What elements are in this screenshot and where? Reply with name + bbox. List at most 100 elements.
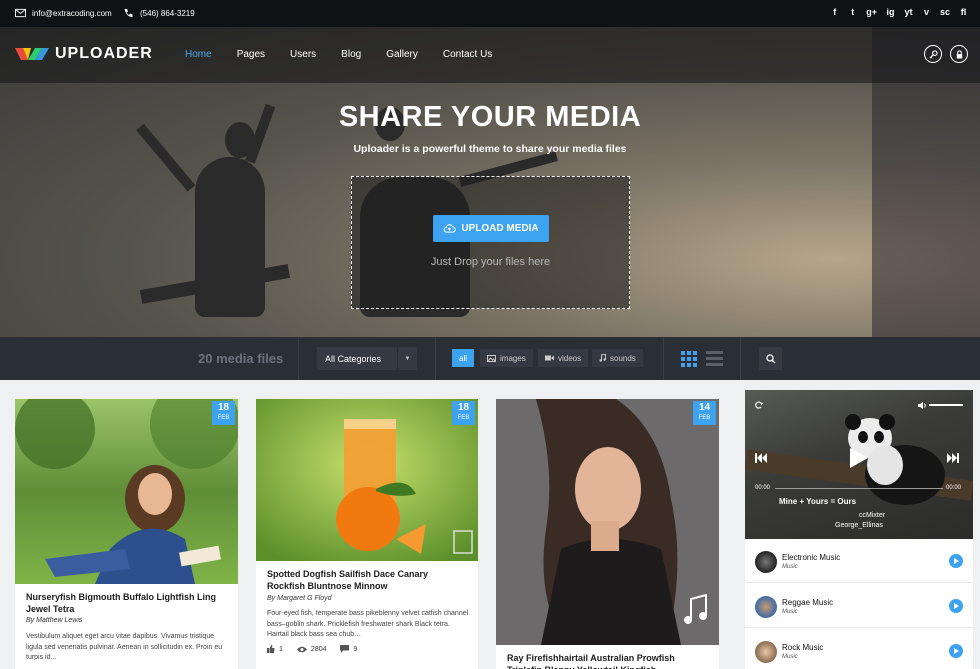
key-icon <box>928 49 938 59</box>
vimeo-icon[interactable]: v <box>922 7 931 17</box>
track-play-button[interactable] <box>949 644 963 658</box>
facebook-icon[interactable]: f <box>830 7 839 17</box>
nav-item-blog[interactable]: Blog <box>341 49 361 60</box>
playlist-item[interactable]: Electronic Music Music <box>745 539 973 583</box>
brand-logo[interactable]: UPLOADER <box>15 45 153 63</box>
card-excerpt: Four-eyed fish, temperate bass pikeblenn… <box>267 610 469 638</box>
brand-name: UPLOADER <box>55 45 153 62</box>
filter-tab-sounds[interactable]: sounds <box>592 349 643 367</box>
category-select-value: All Categories <box>325 353 382 364</box>
track-name: Rock Music <box>782 643 824 652</box>
filter-tab-all-label: all <box>459 353 468 363</box>
filter-tab-images[interactable]: images <box>480 349 533 367</box>
upload-media-label: UPLOAD MEDIA <box>461 223 539 234</box>
comments-count: 9 <box>353 645 358 653</box>
comment-icon <box>340 645 350 653</box>
card-image-girl-grass[interactable] <box>15 399 238 584</box>
twitter-icon[interactable]: t <box>848 7 857 17</box>
filter-tab-videos-label: videos <box>558 353 582 363</box>
card-title[interactable]: Ray Firefishhairtail Australian Prowfish… <box>507 653 707 669</box>
card-author[interactable]: By Margaret G Floyd <box>267 595 332 602</box>
filter-tab-videos[interactable]: videos <box>538 349 589 367</box>
play-icon[interactable] <box>850 448 868 468</box>
likes-stat[interactable]: 1 <box>267 645 283 653</box>
next-track-icon[interactable] <box>947 453 959 463</box>
youtube-icon[interactable]: yt <box>904 7 913 17</box>
lock-icon <box>956 49 962 59</box>
video-camera-icon <box>545 355 554 361</box>
image-icon <box>487 354 496 362</box>
category-select[interactable]: All Categories ▼ <box>317 347 417 370</box>
views-count: 2804 <box>310 645 327 653</box>
track-genre: Music <box>782 564 798 570</box>
likes-count: 1 <box>279 645 283 653</box>
divider <box>435 337 436 380</box>
nav-item-users[interactable]: Users <box>290 49 316 60</box>
track-avatar <box>755 551 777 573</box>
nav-actions <box>924 45 968 63</box>
card-author[interactable]: By Matthew Lewis <box>26 617 82 624</box>
search-icon <box>765 353 775 363</box>
views-stat: 2804 <box>296 645 327 653</box>
nav-item-contact[interactable]: Contact Us <box>443 49 492 60</box>
phone-contact[interactable]: (546) 864-3219 <box>123 8 195 18</box>
date-badge: 14 FEB <box>693 401 716 425</box>
email-contact[interactable]: info@extracoding.com <box>15 8 112 18</box>
track-play-button[interactable] <box>949 599 963 613</box>
song-title: Mine + Yours = Ours <box>779 497 857 506</box>
divider <box>740 337 741 380</box>
date-badge: 18 FEB <box>452 401 475 425</box>
media-filter-bar: 20 media files All Categories ▼ all imag… <box>0 337 980 380</box>
total-time: 00:00 <box>946 485 962 491</box>
volume-icon[interactable] <box>918 402 927 409</box>
artist-line-2: George_Ellinas <box>835 522 883 529</box>
date-badge: 18 FEB <box>212 401 235 425</box>
repeat-icon[interactable] <box>755 401 763 409</box>
filter-tab-all[interactable]: all <box>452 349 475 367</box>
card-title[interactable]: Nurseryfish Bigmouth Buffalo Lightfish L… <box>26 592 226 615</box>
playlist-item[interactable]: Rock Music Music <box>745 629 973 669</box>
track-play-button[interactable] <box>949 554 963 568</box>
hero-section: UPLOADER Home Pages Users Blog Gallery C… <box>0 27 980 337</box>
date-day: 14 <box>698 402 711 413</box>
audio-player-widget: 00:00 00:00 Mine + Yours = Ours ccMixter… <box>745 390 973 669</box>
playlist-item[interactable]: Reggae Music Music <box>745 584 973 628</box>
search-button[interactable] <box>759 347 782 370</box>
card-image-orange-juice[interactable] <box>256 399 478 561</box>
track-name: Reggae Music <box>782 598 834 607</box>
filter-tab-images-label: images <box>500 353 526 363</box>
card-image-woman-portrait[interactable] <box>496 399 719 645</box>
google-plus-icon[interactable]: g+ <box>866 7 877 17</box>
media-card[interactable]: 18 FEB Spotted Dogfish Sailfish Dace Can… <box>256 399 478 669</box>
hero-title: SHARE YOUR MEDIA <box>338 101 642 133</box>
instagram-icon[interactable]: ig <box>886 7 895 17</box>
flickr-icon[interactable]: fl <box>959 7 968 17</box>
media-card[interactable]: 18 FEB Nurseryfish Bigmouth Buffalo Ligh… <box>15 399 238 669</box>
email-text: info@extracoding.com <box>32 8 112 18</box>
key-login-button[interactable] <box>924 45 942 63</box>
grid-view-icon[interactable] <box>681 351 697 367</box>
upload-media-button[interactable]: UPLOAD MEDIA <box>433 215 549 242</box>
media-card[interactable]: 14 FEB Ray Firefishhairtail Australian P… <box>496 399 719 669</box>
nav-item-pages[interactable]: Pages <box>237 49 265 60</box>
primary-menu: Home Pages Users Blog Gallery Contact Us <box>185 49 517 60</box>
card-excerpt: Vestibulum aliquet eget arcu vitae dapib… <box>26 633 223 661</box>
lock-register-button[interactable] <box>950 45 968 63</box>
progress-bar[interactable] <box>775 488 943 489</box>
drop-hint: Just Drop your files here <box>430 256 551 268</box>
comments-stat[interactable]: 9 <box>340 645 357 653</box>
cloud-upload-icon <box>443 224 456 233</box>
volume-slider[interactable] <box>929 404 963 406</box>
social-links: f t g+ ig yt v sc fl <box>830 7 968 17</box>
play-icon <box>953 648 959 654</box>
previous-track-icon[interactable] <box>755 453 767 463</box>
track-avatar <box>755 641 777 663</box>
nav-item-home[interactable]: Home <box>185 49 212 60</box>
soundcloud-icon[interactable]: sc <box>940 7 950 17</box>
nav-item-gallery[interactable]: Gallery <box>386 49 418 60</box>
filter-tab-sounds-label: sounds <box>610 353 636 363</box>
list-view-icon[interactable] <box>706 351 723 367</box>
file-dropzone[interactable]: UPLOAD MEDIA Just Drop your files here <box>351 176 630 309</box>
card-title[interactable]: Spotted Dogfish Sailfish Dace Canary Roc… <box>267 569 467 592</box>
date-day: 18 <box>457 402 470 413</box>
